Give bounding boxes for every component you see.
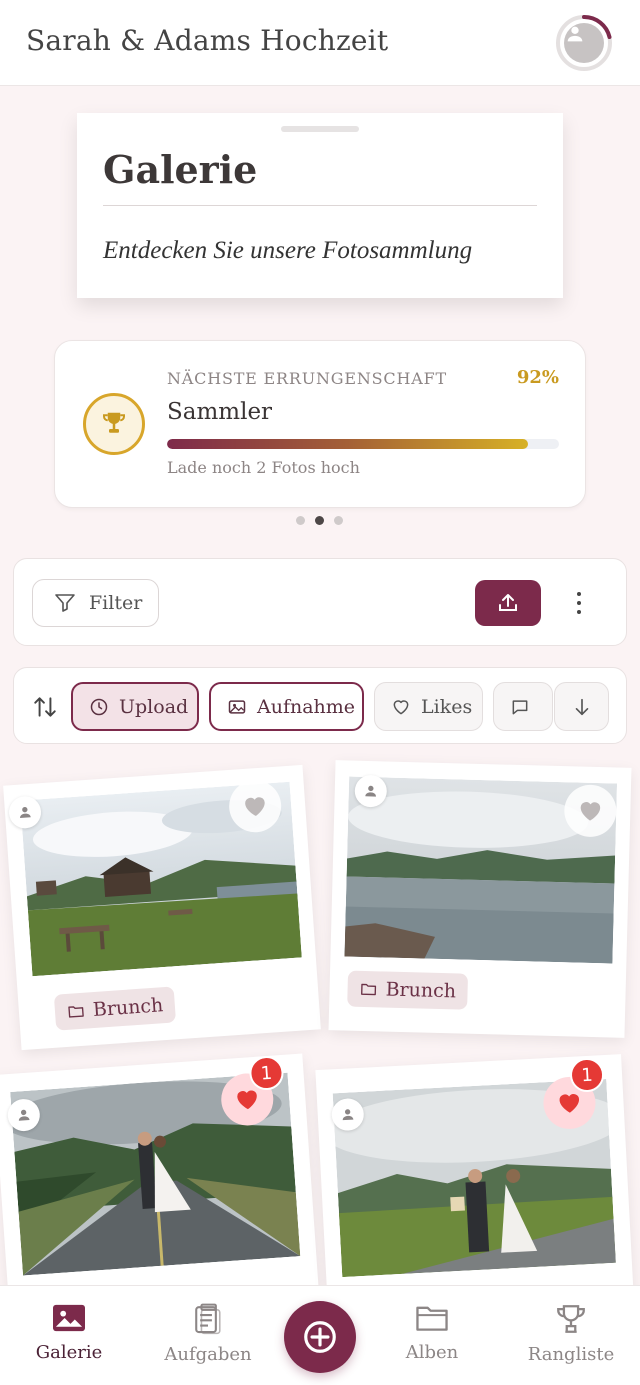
image-icon — [228, 699, 246, 714]
achievement-progress-fill — [167, 439, 528, 449]
upload-button[interactable] — [475, 580, 541, 626]
carousel-dot[interactable] — [296, 516, 305, 525]
achievement-percent: 92% — [516, 367, 559, 388]
carousel-indicator — [296, 516, 343, 525]
heart-filled-icon — [237, 1090, 257, 1110]
gallery-icon — [53, 1304, 85, 1332]
drag-handle[interactable] — [281, 126, 359, 132]
achievement-progress-bar — [167, 439, 559, 449]
achievement-name: Sammler — [167, 399, 273, 425]
sort-chip-label: Upload — [119, 695, 189, 718]
trophy-icon — [83, 393, 145, 455]
more-vertical-icon[interactable] — [567, 581, 591, 625]
page-subtitle: Entdecken Sie unsere Fotosammlung — [103, 237, 473, 264]
user-avatar-icon — [564, 23, 604, 63]
sort-chip-comments[interactable] — [493, 682, 553, 731]
sort-bar: Upload Aufnahme Likes — [13, 667, 627, 744]
trophy-icon — [557, 1305, 585, 1333]
photo-card[interactable]: Brunch — [3, 764, 321, 1051]
nav-label: Alben — [405, 1342, 459, 1363]
sort-icon[interactable] — [32, 694, 58, 720]
album-tag[interactable]: Brunch — [53, 986, 177, 1031]
comment-icon — [512, 699, 528, 714]
page-title: Galerie — [103, 147, 258, 192]
clock-icon — [90, 698, 108, 715]
photo-card[interactable]: Brunch — [328, 760, 632, 1038]
heart-icon — [580, 802, 601, 821]
profile-button[interactable] — [555, 14, 613, 72]
clipboard-icon — [195, 1303, 221, 1335]
album-tag[interactable]: Brunch — [347, 970, 469, 1010]
filter-label: Filter — [89, 592, 143, 614]
album-tag-label: Brunch — [385, 978, 457, 1003]
plus-circle-icon — [304, 1321, 336, 1353]
sort-chip-likes[interactable]: Likes — [374, 682, 483, 731]
album-tag-label: Brunch — [92, 994, 164, 1022]
top-app-bar: Sarah & Adams Hochzeit — [0, 0, 640, 86]
heart-icon — [245, 797, 265, 816]
nav-item-aufgaben[interactable]: Aufgaben — [153, 1302, 263, 1365]
bottom-navigation: Galerie Aufgaben Alben Rangliste — [0, 1285, 640, 1385]
achievement-card[interactable]: NÄCHSTE ERRUNGENSCHAFT 92% Sammler Lade … — [54, 340, 586, 508]
sort-chip-upload[interactable]: Upload — [71, 682, 199, 731]
filter-button[interactable]: Filter — [32, 579, 159, 627]
nav-item-galerie[interactable]: Galerie — [14, 1302, 124, 1363]
gallery-toolbar: Filter — [13, 558, 627, 646]
nav-label: Galerie — [35, 1342, 103, 1363]
folder-icon — [361, 983, 377, 996]
nav-label: Rangliste — [527, 1344, 615, 1365]
gallery-intro-card: Galerie Entdecken Sie unsere Fotosammlun… — [77, 113, 563, 298]
filter-icon — [55, 594, 75, 612]
folder-icon — [416, 1306, 448, 1331]
divider — [103, 205, 537, 206]
heart-outline-icon — [393, 699, 409, 714]
sort-direction-button[interactable] — [554, 682, 609, 731]
sort-chip-label: Aufnahme — [257, 695, 356, 718]
app-title: Sarah & Adams Hochzeit — [26, 24, 389, 57]
add-photo-button[interactable] — [284, 1301, 356, 1373]
folder-icon — [68, 1006, 84, 1018]
achievement-hint: Lade noch 2 Fotos hoch — [167, 458, 360, 477]
sort-chip-label: Likes — [421, 695, 473, 718]
nav-item-rangliste[interactable]: Rangliste — [516, 1302, 626, 1365]
arrow-down-icon — [575, 698, 589, 715]
nav-item-alben[interactable]: Alben — [377, 1302, 487, 1363]
upload-icon — [499, 594, 517, 611]
sort-chip-aufnahme[interactable]: Aufnahme — [209, 682, 364, 731]
heart-filled-icon — [559, 1094, 580, 1113]
carousel-dot-active[interactable] — [315, 516, 324, 525]
carousel-dot[interactable] — [334, 516, 343, 525]
achievement-label: NÄCHSTE ERRUNGENSCHAFT — [167, 369, 447, 388]
nav-label: Aufgaben — [164, 1344, 252, 1365]
